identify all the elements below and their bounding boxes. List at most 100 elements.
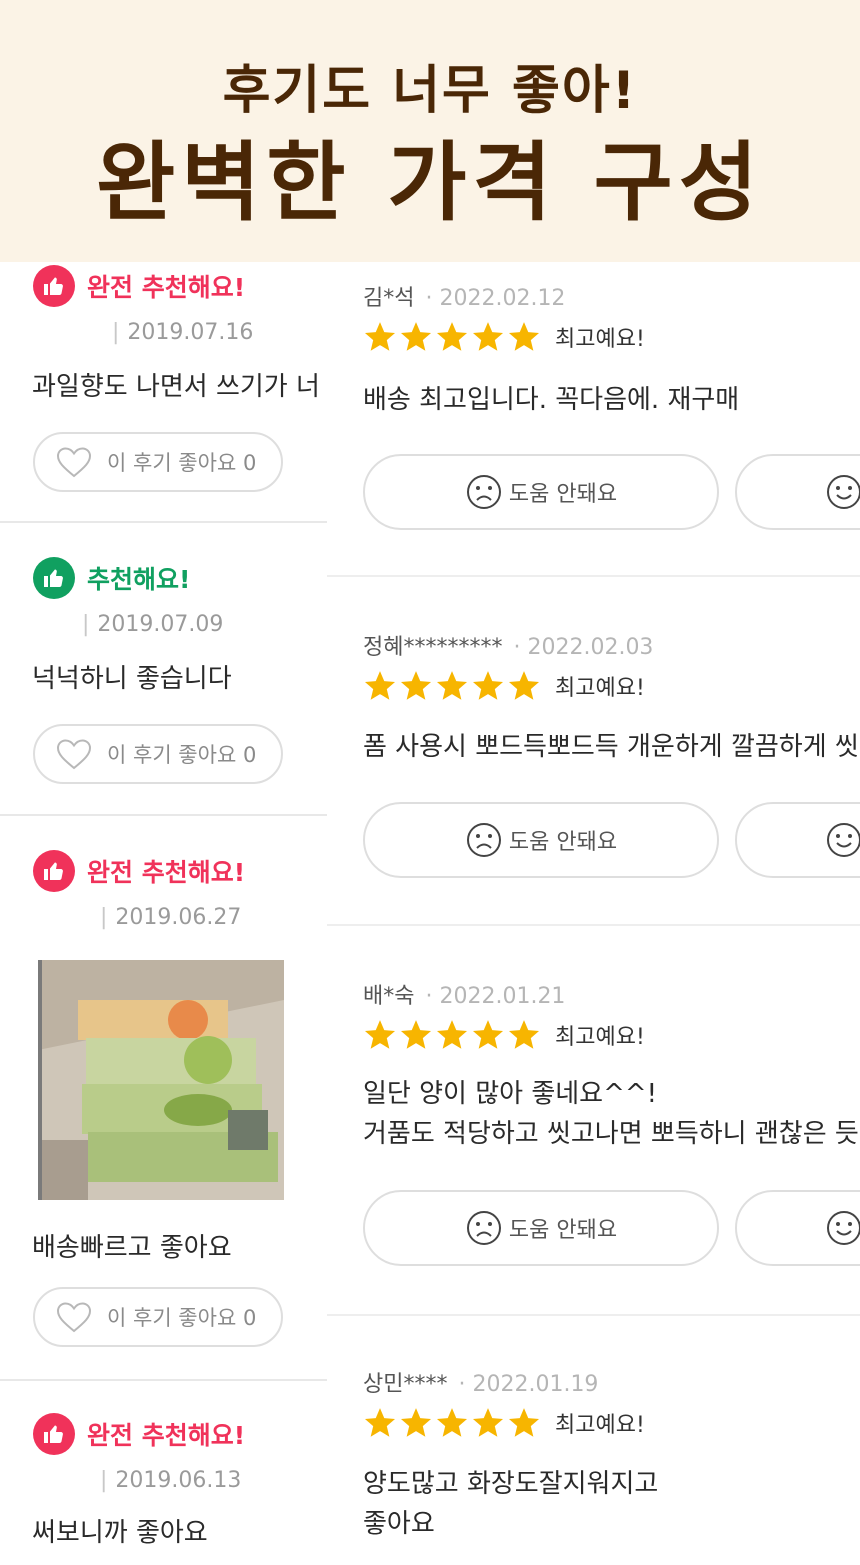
review-date: · 2022.02.12	[425, 286, 566, 311]
left-review-card: 완전 추천해요! | 2019.07.16 과일향도 나면서 쓰기가 너 이 후기…	[0, 262, 327, 524]
review-date: | 2019.07.16	[112, 320, 254, 345]
star-icon	[436, 1020, 468, 1049]
reviewer-name: 배*숙	[363, 984, 415, 1009]
recommend-badge: 완전 추천해요!	[33, 849, 245, 893]
rating-label: 최고예요!	[555, 327, 645, 352]
sad-face-icon	[466, 823, 501, 857]
sad-face-icon	[466, 1211, 501, 1245]
review-date: · 2022.01.21	[425, 984, 566, 1009]
divider	[0, 814, 327, 816]
star-icon	[400, 671, 432, 700]
star-icon	[364, 1408, 396, 1437]
review-comment: 넉넉하니 좋습니다	[32, 664, 232, 694]
reviewer-info: 김*석 · 2022.02.12	[363, 280, 565, 312]
review-date: | 2019.06.27	[100, 905, 242, 930]
star-icon	[364, 322, 396, 351]
helpful-button[interactable]	[735, 454, 860, 530]
like-label: 이 후기 좋아요 0	[107, 1306, 257, 1330]
not-helpful-button[interactable]: 도움 안돼요	[363, 1190, 719, 1266]
helpful-button[interactable]	[735, 802, 860, 878]
right-review-card: 김*석 · 2022.02.12 최고예요! 배송 최고입니다. 꼭다음에. 재…	[327, 262, 860, 577]
reviewer-info: 정혜********* · 2022.02.03	[363, 629, 653, 661]
rating-label: 최고예요!	[555, 1025, 645, 1050]
heart-outline-icon	[56, 447, 92, 478]
star-rating: 최고예요!	[363, 669, 645, 703]
like-review-button[interactable]: 이 후기 좋아요 0	[33, 1287, 283, 1347]
help-label: 도움 안돼요	[508, 482, 618, 507]
star-icon	[508, 1020, 540, 1049]
review-text: 폼 사용시 뽀드득뽀드득 개운하게 깔끔하게 씻겨	[363, 732, 860, 762]
star-icon	[508, 1408, 540, 1437]
reviewer-name: 정혜*********	[363, 635, 503, 660]
recommend-badge: 완전 추천해요!	[33, 264, 245, 308]
badge-label: 완전 추천해요!	[87, 1421, 246, 1450]
recommend-badge: 완전 추천해요!	[33, 1412, 245, 1456]
help-label: 도움 안돼요	[508, 830, 618, 855]
helpful-button[interactable]	[735, 1190, 860, 1266]
smile-face-icon	[827, 475, 860, 509]
left-review-card: 완전 추천해요! | 2019.06.27 배송빠르고 좋아요 이 후기 좋아요…	[0, 817, 327, 1382]
badge-label: 완전 추천해요!	[87, 858, 246, 887]
heart-outline-icon	[56, 739, 92, 770]
not-helpful-button[interactable]: 도움 안돼요	[363, 802, 719, 878]
star-icon	[400, 1408, 432, 1437]
thumbs-up-icon	[33, 1413, 75, 1455]
review-date: | 2019.07.09	[82, 612, 224, 637]
review-photo[interactable]	[38, 960, 284, 1200]
like-review-button[interactable]: 이 후기 좋아요 0	[33, 432, 283, 492]
star-icon	[400, 1020, 432, 1049]
star-icon	[364, 671, 396, 700]
review-text: 일단 양이 많아 좋네요^^! 거품도 적당하고 씻고나면 뽀득하니 괜찮은 듯…	[363, 1079, 860, 1149]
right-review-card: 배*숙 · 2022.01.21 최고예요! 일단 양이 많아 좋네요^^! 거…	[327, 926, 860, 1316]
review-date: | 2019.06.13	[100, 1468, 242, 1493]
star-icon	[436, 322, 468, 351]
review-text: 배송 최고입니다. 꼭다음에. 재구매	[363, 385, 740, 415]
divider	[0, 1379, 327, 1381]
star-rating: 최고예요!	[363, 1018, 645, 1052]
review-text: 양도많고 화장도잘지워지고 좋아요	[363, 1469, 659, 1539]
heart-outline-icon	[56, 1302, 92, 1333]
review-comment: 써보니까 좋아요	[32, 1518, 208, 1548]
reviewer-info: 상민**** · 2022.01.19	[363, 1366, 598, 1398]
review-comment: 과일향도 나면서 쓰기가 너	[32, 372, 320, 402]
star-icon	[472, 671, 504, 700]
reviewer-name: 김*석	[363, 286, 415, 311]
thumbs-up-icon	[33, 850, 75, 892]
reviewer-info: 배*숙 · 2022.01.21	[363, 978, 565, 1010]
badge-label: 추천해요!	[87, 565, 191, 594]
like-label: 이 후기 좋아요 0	[107, 451, 257, 475]
left-review-card: 완전 추천해요! | 2019.06.13 써보니까 좋아요	[0, 1382, 327, 1565]
banner-title: 완벽한 가격 구성	[96, 133, 764, 233]
rating-label: 최고예요!	[555, 1413, 645, 1438]
thumbs-up-icon	[33, 557, 75, 599]
review-date: · 2022.01.19	[458, 1372, 599, 1397]
recommend-badge: 추천해요!	[33, 556, 190, 600]
star-icon	[472, 1408, 504, 1437]
badge-label: 완전 추천해요!	[87, 273, 246, 302]
star-icon	[508, 322, 540, 351]
promo-banner: 후기도 너무 좋아! 완벽한 가격 구성	[0, 0, 860, 262]
right-review-card: 정혜********* · 2022.02.03 최고예요! 폼 사용시 뽀드득…	[327, 577, 860, 926]
like-label: 이 후기 좋아요 0	[107, 743, 257, 767]
left-review-list: 완전 추천해요! | 2019.07.16 과일향도 나면서 쓰기가 너 이 후기…	[0, 262, 327, 1565]
right-review-card: 상민**** · 2022.01.19 최고예요! 양도많고 화장도잘지워지고 …	[327, 1316, 860, 1565]
not-helpful-button[interactable]: 도움 안돼요	[363, 454, 719, 530]
star-icon	[472, 1020, 504, 1049]
star-icon	[364, 1020, 396, 1049]
review-comment: 배송빠르고 좋아요	[32, 1233, 232, 1263]
star-icon	[436, 1408, 468, 1437]
divider	[0, 521, 327, 523]
rating-label: 최고예요!	[555, 676, 645, 701]
star-rating: 최고예요!	[363, 320, 645, 354]
like-review-button[interactable]: 이 후기 좋아요 0	[33, 724, 283, 784]
star-icon	[400, 322, 432, 351]
smile-face-icon	[827, 823, 860, 857]
star-rating: 최고예요!	[363, 1406, 645, 1440]
review-date: · 2022.02.03	[513, 635, 654, 660]
star-icon	[472, 322, 504, 351]
smile-face-icon	[827, 1211, 860, 1245]
sad-face-icon	[466, 475, 501, 509]
help-label: 도움 안돼요	[508, 1218, 618, 1243]
star-icon	[436, 671, 468, 700]
thumbs-up-icon	[33, 265, 75, 307]
